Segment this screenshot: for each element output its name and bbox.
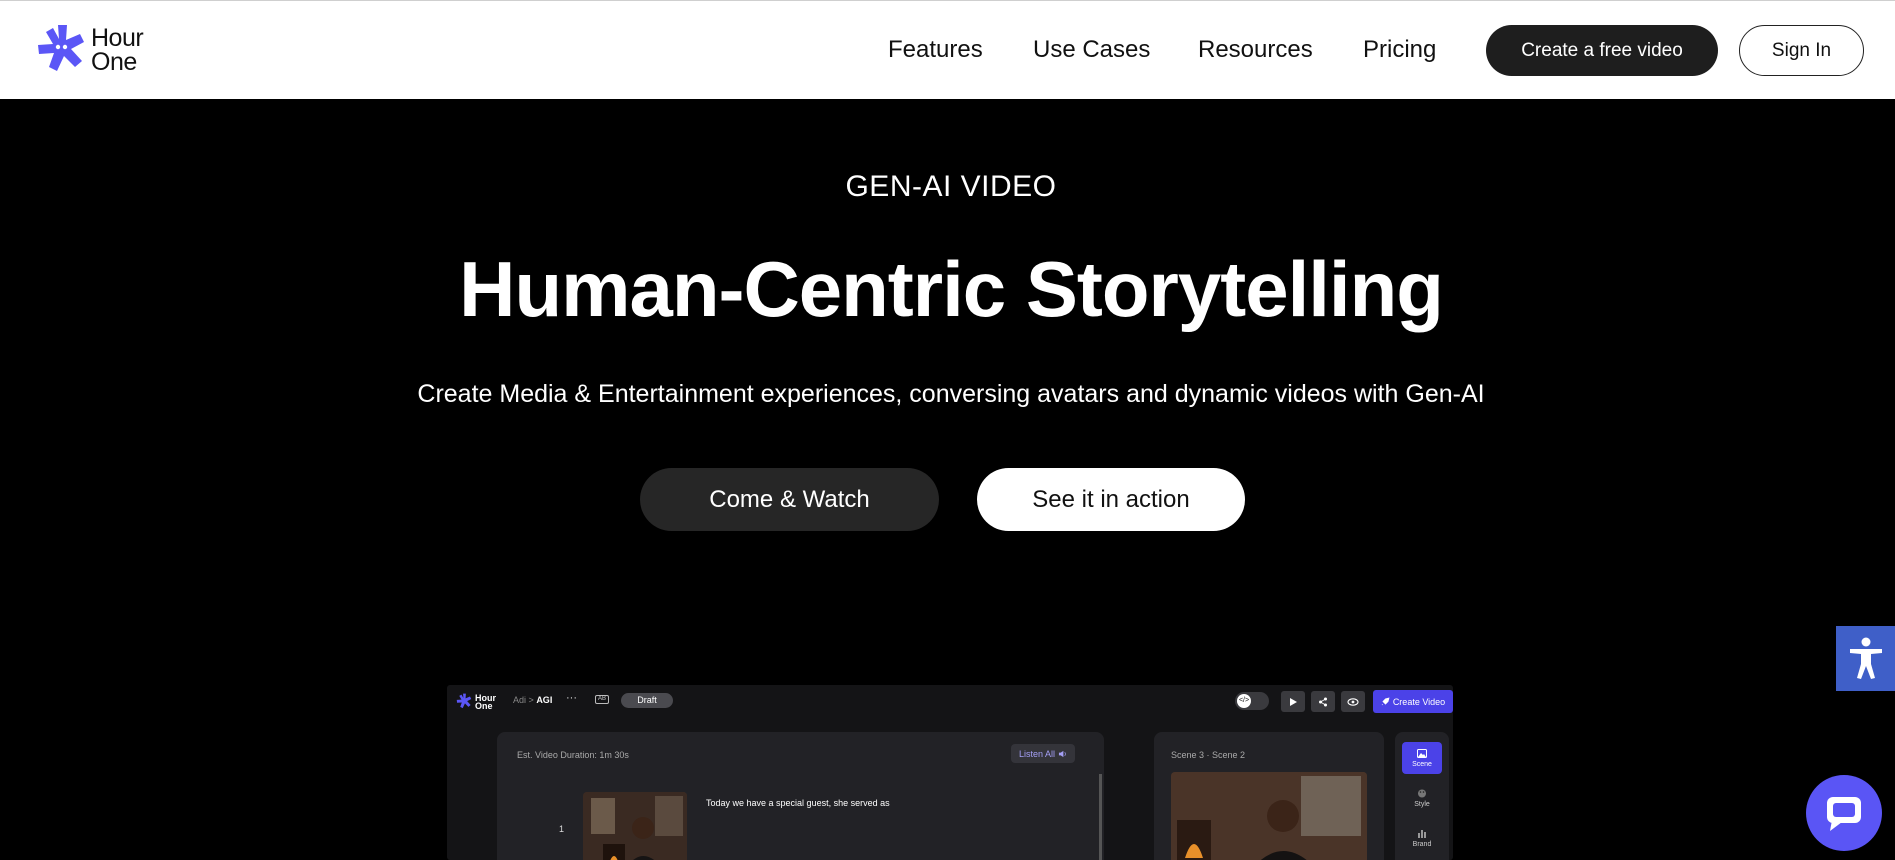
captions-icon[interactable]: AB (595, 695, 609, 704)
video-duration: Est. Video Duration: 1m 30s (517, 750, 629, 760)
hour-one-logo-icon (456, 693, 472, 709)
hour-one-logo-icon (38, 25, 84, 71)
scene-script-text[interactable]: Today we have a special guest, she serve… (706, 798, 890, 808)
breadcrumb-separator: > (528, 695, 534, 705)
hero-eyebrow: GEN-AI VIDEO (845, 170, 1057, 203)
come-and-watch-button[interactable]: Come & Watch (640, 468, 939, 531)
eye-icon (1347, 697, 1359, 706)
scene-number: 1 (559, 824, 565, 834)
avatar-preview-image (1171, 772, 1367, 860)
image-icon (1417, 748, 1427, 758)
app-breadcrumb[interactable]: Adi > AGI (513, 695, 552, 705)
sign-in-button[interactable]: Sign In (1739, 25, 1864, 76)
tool-scene[interactable]: Scene (1402, 742, 1442, 774)
preview-button[interactable] (1341, 691, 1365, 712)
nav-use-cases[interactable]: Use Cases (1033, 36, 1150, 64)
status-badge: Draft (621, 693, 673, 708)
app-logo: Hour One (456, 693, 496, 710)
nav-resources[interactable]: Resources (1198, 36, 1313, 64)
code-toggle[interactable]: </> (1235, 692, 1269, 710)
brand-name: Hour One (91, 24, 144, 76)
script-panel: Est. Video Duration: 1m 30s Listen All 1… (497, 732, 1104, 860)
scene-thumbnail[interactable] (583, 792, 687, 860)
see-it-in-action-button[interactable]: See it in action (977, 468, 1245, 531)
share-icon (1319, 697, 1327, 706)
brand-icon (1418, 829, 1426, 838)
tool-brand[interactable]: Brand (1402, 822, 1442, 854)
accessibility-icon (1849, 637, 1882, 679)
editor-side-tools: Scene Style Brand (1395, 732, 1449, 860)
accessibility-button[interactable] (1836, 626, 1895, 691)
rocket-icon (1381, 697, 1390, 706)
code-icon: </> (1237, 694, 1251, 708)
listen-all-button[interactable]: Listen All (1011, 744, 1075, 763)
scrollbar[interactable] (1099, 774, 1102, 860)
scene-preview-panel: Scene 3 · Scene 2 (1154, 732, 1384, 860)
create-free-video-button[interactable]: Create a free video (1486, 25, 1718, 76)
chat-icon (1827, 797, 1861, 831)
chat-widget-button[interactable] (1806, 775, 1882, 851)
more-options-icon[interactable]: ··· (566, 692, 577, 704)
app-preview: Hour One Adi > AGI ··· AB Draft </> Crea… (447, 685, 1453, 860)
avatar-thumbnail-image (583, 792, 687, 860)
brand-logo[interactable]: Hour One (36, 23, 144, 77)
play-icon (1290, 697, 1297, 706)
palette-icon (1418, 789, 1426, 797)
breadcrumb-current: AGI (536, 695, 553, 705)
app-toolbar: Hour One Adi > AGI ··· AB Draft </> Crea… (447, 685, 1453, 717)
breadcrumb-parent[interactable]: Adi (513, 695, 526, 705)
play-button[interactable] (1281, 691, 1305, 712)
share-button[interactable] (1311, 691, 1335, 712)
speaker-icon (1058, 750, 1066, 757)
scene-label: Scene 3 · Scene 2 (1171, 750, 1246, 760)
tool-style[interactable]: Style (1402, 782, 1442, 814)
hero-subtitle: Create Media & Entertainment experiences… (417, 380, 1485, 408)
create-video-button[interactable]: Create Video (1373, 690, 1453, 713)
site-header: Hour One Features Use Cases Resources Pr… (0, 0, 1895, 99)
nav-pricing[interactable]: Pricing (1363, 36, 1436, 64)
hero-title: Human-Centric Storytelling (459, 245, 1444, 333)
scene-preview-image[interactable] (1171, 772, 1367, 860)
nav-features[interactable]: Features (888, 36, 983, 64)
